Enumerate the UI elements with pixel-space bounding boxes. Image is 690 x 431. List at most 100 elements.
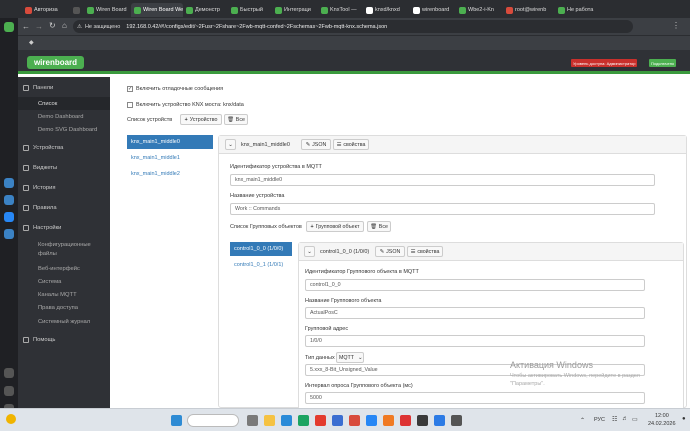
collapse-button[interactable]: ⌄ <box>225 139 236 150</box>
volume-icon[interactable]: ♬ <box>622 416 628 422</box>
clock-date[interactable]: 24.02.2026 <box>648 421 676 427</box>
sidebar-item[interactable]: Каналы MQTT <box>18 288 110 301</box>
taskbar-app-icon[interactable] <box>451 415 462 426</box>
opera-app-icon[interactable] <box>4 386 14 396</box>
warning-icon: ⚠ <box>77 23 82 30</box>
opera-home-icon[interactable] <box>4 22 14 32</box>
add-device-button[interactable]: + Устройство <box>180 114 222 125</box>
browser-tab[interactable]: Быстрый <box>228 3 272 17</box>
sidebar-item[interactable]: Настройки <box>18 221 110 234</box>
browser-tab[interactable]: Интеграци <box>272 3 318 17</box>
home-icon[interactable]: ⌂ <box>62 21 67 30</box>
battery-icon[interactable]: ▭ <box>632 416 638 423</box>
debug-checkbox[interactable]: ✓ <box>127 86 133 92</box>
browser-tab-label: knxd/knxd <box>375 7 400 13</box>
notification-icon[interactable]: ● <box>682 416 686 422</box>
group-mqtt-id-field[interactable]: control1_0_0 <box>305 279 645 291</box>
browser-tab[interactable]: Wiren Board Web <box>131 3 183 17</box>
sidebar-item[interactable]: Demo SVG Dashboard <box>18 123 110 136</box>
bookmark-icon[interactable]: ◆ <box>29 39 34 46</box>
sidebar-item[interactable]: файлы <box>18 249 110 258</box>
taskbar-app-icon[interactable] <box>349 415 360 426</box>
taskbar-app-icon[interactable] <box>366 415 377 426</box>
browser-tab[interactable]: Wiren Board <box>84 3 131 17</box>
all-devices-button[interactable]: 🗑 Все <box>224 114 248 125</box>
json-button[interactable]: ✎ JSON <box>375 246 405 257</box>
sidebar-item[interactable]: Веб-интерфейс <box>18 262 110 275</box>
sidebar-item[interactable]: Права доступа <box>18 301 110 314</box>
reload-icon[interactable]: ↻ <box>49 21 56 30</box>
group-name-field[interactable]: ActualPosC <box>305 307 645 319</box>
taskbar-app-icon[interactable] <box>400 415 411 426</box>
group-list-item[interactable]: control1_0_0 (1/0/0) <box>230 242 292 256</box>
all-label: Все <box>235 116 245 123</box>
device-list-item[interactable]: knx_main1_middle0 <box>127 135 213 149</box>
browser-tab[interactable]: Авториза <box>22 3 70 17</box>
browser-tab[interactable]: KnxTool — <box>318 3 363 17</box>
data-type-select[interactable]: MQTT ⌄ <box>336 352 364 363</box>
opera-app-icon[interactable] <box>4 368 14 378</box>
url-field[interactable]: ⚠ Не защищено 192.168.0.42/#!/configs/ed… <box>73 20 633 33</box>
taskbar-app-icon[interactable] <box>332 415 343 426</box>
properties-button[interactable]: ☰ свойства <box>333 139 369 150</box>
browser-tab[interactable]: Демонстр <box>183 3 228 17</box>
json-button[interactable]: ✎ JSON <box>301 139 331 150</box>
start-icon[interactable] <box>171 415 182 426</box>
sidebar-item[interactable]: Панели <box>18 81 110 94</box>
collapse-button[interactable]: ⌄ <box>304 246 315 257</box>
logo[interactable]: wirenboard <box>27 56 84 69</box>
sidebar-item[interactable]: Устройства <box>18 141 110 154</box>
taskbar-app-icon[interactable] <box>247 415 258 426</box>
sidebar-item[interactable]: Помощь <box>18 333 110 346</box>
tab-favicon-icon <box>87 6 94 14</box>
tray-chevron-icon[interactable]: ⌃ <box>580 417 585 424</box>
mqtt-id-field[interactable]: knx_main1_middle0 <box>230 174 655 186</box>
taskbar-app-icon[interactable] <box>434 415 445 426</box>
sidebar-item[interactable]: Demo Dashboard <box>18 110 110 123</box>
sidebar-item[interactable]: Правила <box>18 201 110 214</box>
back-icon[interactable]: ← <box>22 22 30 31</box>
properties-button[interactable]: ☰ свойства <box>407 246 443 257</box>
opera-vk-icon[interactable] <box>4 212 14 222</box>
sidebar-item[interactable]: История <box>18 181 110 194</box>
forward-icon[interactable]: → <box>35 22 43 31</box>
opera-app-icon[interactable] <box>4 195 14 205</box>
poll-interval-field[interactable]: 5000 <box>305 392 645 404</box>
taskbar-app-icon[interactable] <box>315 415 326 426</box>
browser-tab[interactable]: Wbe2-i-Kn <box>456 3 503 17</box>
search-field[interactable] <box>187 414 239 427</box>
browser-tab-label: root@wirenb <box>515 7 547 13</box>
browser-tab[interactable]: root@wirenb <box>503 3 555 17</box>
language-indicator[interactable]: РУС <box>594 417 605 423</box>
wifi-icon[interactable]: ☷ <box>612 416 617 423</box>
add-group-button[interactable]: + Групповой объект <box>306 221 364 232</box>
sidebar-item-label: Веб-интерфейс <box>38 265 80 272</box>
sidebar-item[interactable]: Системный журнал <box>18 315 110 328</box>
clock-time[interactable]: 12:00 <box>655 413 669 419</box>
taskbar-app-icon[interactable] <box>281 415 292 426</box>
sidebar-item[interactable]: Система <box>18 275 110 288</box>
all-groups-button[interactable]: 🗑 Все <box>367 221 391 232</box>
taskbar-app-icon[interactable] <box>383 415 394 426</box>
browser-tab[interactable] <box>70 3 84 17</box>
browser-tab[interactable]: knxd/knxd <box>363 3 410 17</box>
taskbar-app-icon[interactable] <box>264 415 275 426</box>
sidebar-item[interactable]: Виджеты <box>18 161 110 174</box>
sidebar-item[interactable]: Конфигурационные <box>18 240 110 249</box>
group-list-item[interactable]: control1_0_1 (1/0/1) <box>230 258 292 272</box>
sidebar-item[interactable]: Список <box>18 97 110 110</box>
knx-checkbox[interactable] <box>127 102 133 108</box>
browser-tab[interactable]: wirenboard <box>410 3 456 17</box>
data-type-label: Тип данных <box>305 355 335 361</box>
opera-app-icon[interactable] <box>4 178 14 188</box>
taskbar-app-icon[interactable] <box>417 415 428 426</box>
opera-app-icon[interactable] <box>4 229 14 239</box>
group-address-field[interactable]: 1/0/0 <box>305 335 645 347</box>
browser-tab[interactable]: Не работа <box>555 3 601 17</box>
device-name-field[interactable]: Work :: Commands <box>230 203 655 215</box>
device-list-item[interactable]: knx_main1_middle1 <box>127 151 213 165</box>
taskbar-app-icon[interactable] <box>298 415 309 426</box>
weather-icon[interactable] <box>6 414 16 424</box>
menu-icon[interactable]: ⋮ <box>672 21 680 30</box>
device-list-item[interactable]: knx_main1_middle2 <box>127 167 213 181</box>
